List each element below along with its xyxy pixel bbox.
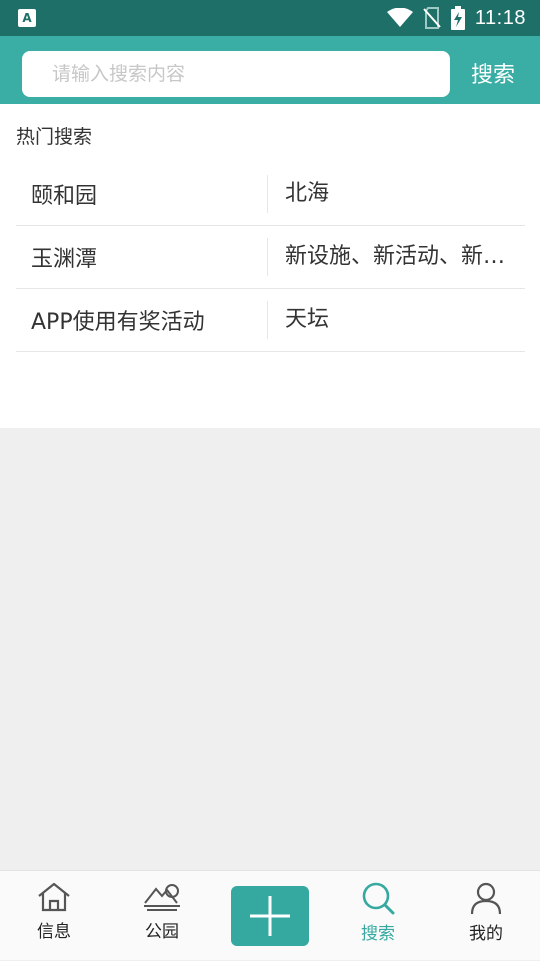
mountain-icon — [144, 884, 180, 911]
plus-icon — [250, 896, 290, 936]
tab-label: 信息 — [37, 922, 71, 942]
table-row: 玉渊潭 新设施、新活动、新体验 — [16, 226, 525, 289]
user-icon — [470, 882, 502, 915]
tab-mine[interactable]: 我的 — [432, 871, 540, 961]
hot-item[interactable]: 新设施、新活动、新体验 — [285, 226, 519, 288]
search-header: 搜索 — [0, 36, 540, 104]
add-button[interactable] — [231, 886, 309, 946]
column-divider — [267, 238, 268, 276]
bottom-tab-bar: 信息 公园 搜索 我的 — [0, 870, 540, 960]
tab-label: 我的 — [469, 924, 503, 944]
hot-item[interactable]: 天坛 — [285, 289, 519, 351]
tab-search[interactable]: 搜索 — [324, 871, 432, 961]
table-row: 颐和园 北海 — [16, 163, 525, 226]
tab-info[interactable]: 信息 — [0, 871, 108, 961]
hot-item[interactable]: 玉渊潭 — [31, 226, 266, 288]
home-icon — [38, 882, 70, 912]
search-icon — [362, 882, 395, 915]
battery-charging-icon — [450, 6, 465, 30]
status-time: 11:18 — [474, 6, 526, 29]
hot-item[interactable]: 颐和园 — [31, 163, 266, 225]
tab-park[interactable]: 公园 — [108, 871, 216, 961]
app-a-icon: A — [18, 9, 36, 27]
table-row: APP使用有奖活动 天坛 — [16, 289, 525, 352]
hot-item[interactable]: 北海 — [285, 163, 519, 225]
section-title: 热门搜索 — [16, 126, 93, 148]
search-input[interactable] — [22, 51, 450, 97]
tab-label: 公园 — [145, 922, 179, 942]
search-button[interactable]: 搜索 — [460, 50, 526, 96]
tab-label: 搜索 — [361, 924, 395, 944]
column-divider — [267, 301, 268, 339]
no-sim-icon — [423, 7, 441, 29]
column-divider — [267, 175, 268, 213]
wifi-icon — [386, 8, 413, 27]
hot-item[interactable]: APP使用有奖活动 — [31, 289, 266, 351]
status-bar: A 11:18 — [0, 0, 540, 36]
